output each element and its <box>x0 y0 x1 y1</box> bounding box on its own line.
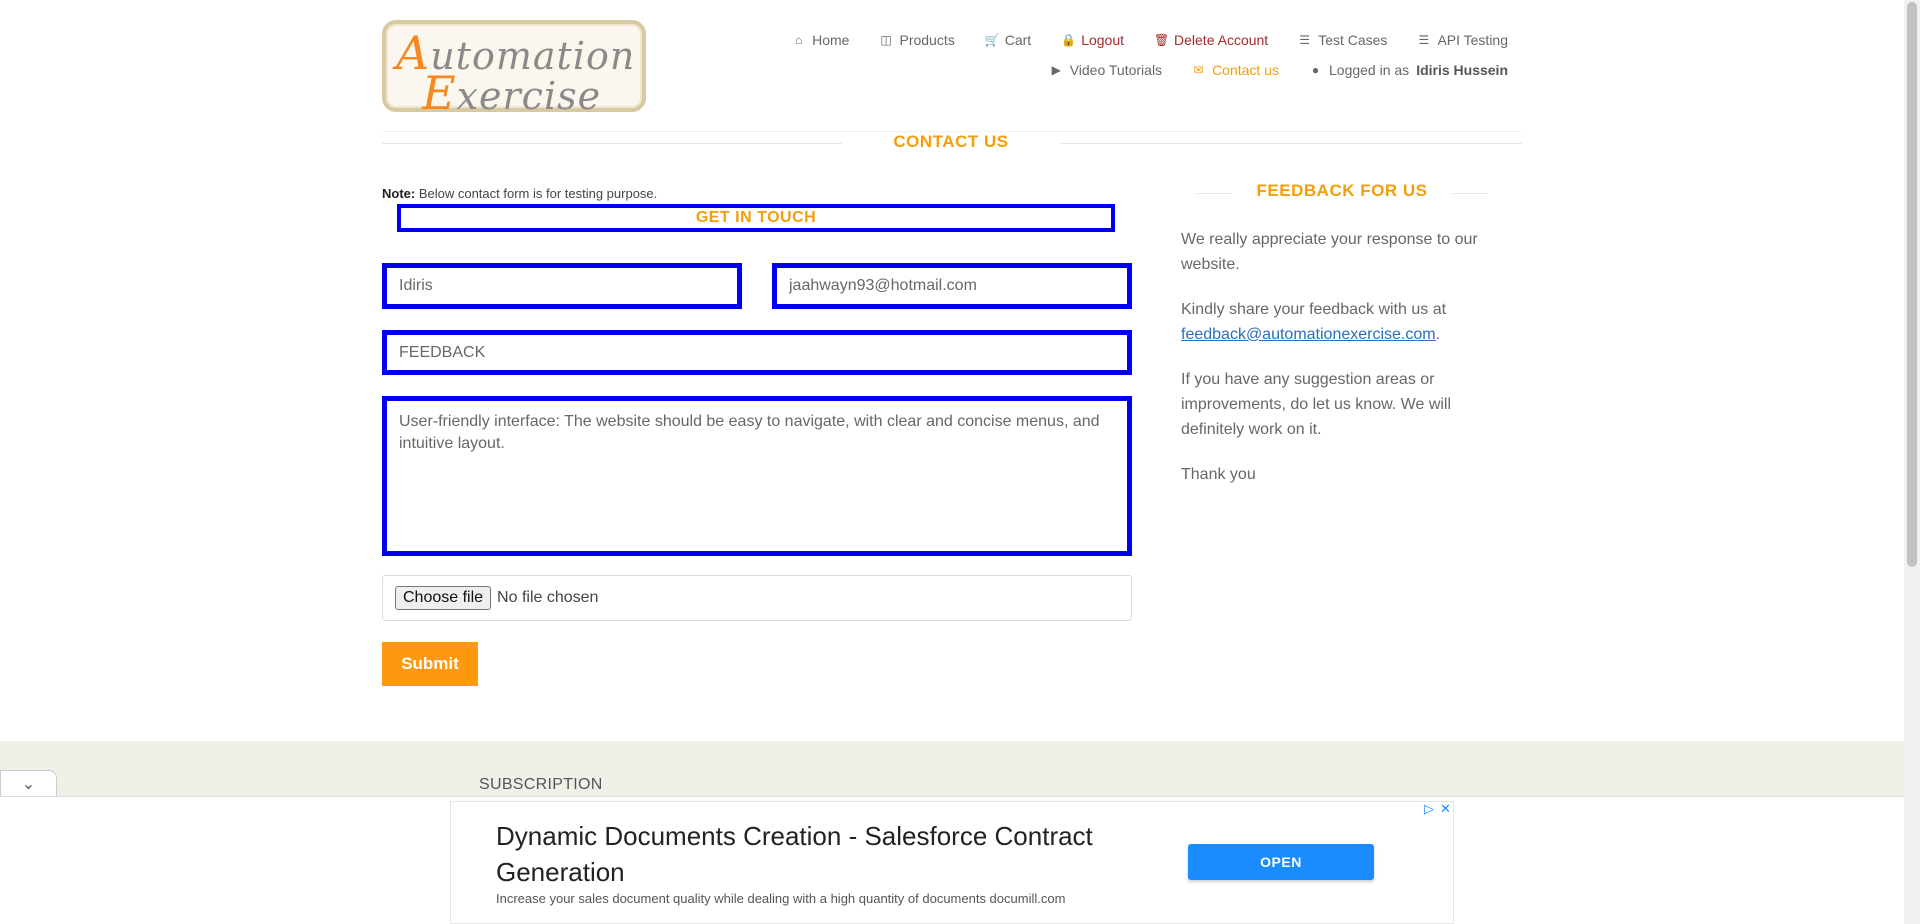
ad-open-button[interactable]: OPEN <box>1188 844 1374 880</box>
envelope-icon: ✉ <box>1193 63 1204 77</box>
feedback-paragraph-1: We really appreciate your response to ou… <box>1181 231 1478 273</box>
nav-cart[interactable]: 🛒 Cart <box>985 32 1031 48</box>
file-status: No file chosen <box>497 589 599 606</box>
chevron-down-icon: ⌄ <box>21 775 36 793</box>
feedback-title: FEEDBACK FOR US <box>1256 181 1428 200</box>
feedback-paragraph-4: Thank you <box>1181 466 1256 483</box>
page: Automation Exercise ⌂ Home ◫ Products 🛒 … <box>0 0 1920 924</box>
page-title: CONTACT US <box>893 132 1009 151</box>
collapse-ad-toggle[interactable]: ⌄ <box>0 770 57 796</box>
divider <box>1060 143 1522 144</box>
feedback-email-link[interactable]: feedback@automationexercise.com <box>1181 326 1436 343</box>
video-icon: ▶ <box>1051 63 1061 77</box>
main-nav: ⌂ Home ◫ Products 🛒 Cart 🔒 Logout 🗑 Dele… <box>748 28 1508 82</box>
feedback-paragraph-3: If you have any suggestion areas or impr… <box>1181 371 1452 438</box>
ad-description: Increase your sales document quality whi… <box>496 891 1066 906</box>
feedback-paragraph-2: Kindly share your feedback with us at fe… <box>1181 301 1447 343</box>
ad-choices-icon[interactable]: ▷ <box>1424 801 1434 817</box>
nav-test-cases[interactable]: ☰ Test Cases <box>1298 32 1387 48</box>
nav-api-testing[interactable]: ☰ API Testing <box>1417 32 1508 48</box>
nav-logout[interactable]: 🔒 Logout <box>1061 32 1124 48</box>
nav-video-tutorials[interactable]: ▶ Video Tutorials <box>1050 62 1162 78</box>
form-note: Note: Below contact form is for testing … <box>382 186 658 201</box>
logo-line-2: Exercise <box>422 66 602 120</box>
subscription-title: SUBSCRIPTION <box>479 776 603 793</box>
home-icon: ⌂ <box>795 33 803 47</box>
choose-file-button[interactable]: Choose file <box>395 586 492 610</box>
ad-headline[interactable]: Dynamic Documents Creation - Salesforce … <box>496 818 1096 890</box>
list-icon: ☰ <box>1299 33 1311 47</box>
divider <box>1452 193 1488 194</box>
ad-choices: ▷ ✕ <box>1424 801 1451 817</box>
email-field[interactable] <box>772 263 1132 309</box>
list-icon: ☰ <box>1418 33 1430 47</box>
submit-button[interactable]: Submit <box>382 642 478 686</box>
nav-contact-us[interactable]: ✉ Contact us <box>1192 62 1279 78</box>
cart-icon: 🛒 <box>984 33 1000 47</box>
get-in-touch-heading: GET IN TOUCH <box>397 204 1115 232</box>
file-upload: Choose file No file chosen <box>382 575 1132 621</box>
subject-field[interactable] <box>382 330 1132 375</box>
divider <box>1196 193 1232 194</box>
message-textarea[interactable]: User-friendly interface: The website sho… <box>382 396 1132 556</box>
divider <box>382 143 842 144</box>
nav-logged-in-user: ● Logged in as Idiris Hussein <box>1309 62 1508 78</box>
briefcase-icon: ◫ <box>880 33 892 47</box>
user-icon: ● <box>1311 63 1320 77</box>
logo[interactable]: Automation Exercise <box>382 20 646 120</box>
nav-home[interactable]: ⌂ Home <box>792 32 849 48</box>
scrollbar-thumb[interactable] <box>1907 2 1917 567</box>
nav-products[interactable]: ◫ Products <box>879 32 954 48</box>
close-icon[interactable]: ✕ <box>1440 801 1451 817</box>
footer <box>0 741 1910 801</box>
nav-delete-account[interactable]: 🗑 Delete Account <box>1154 32 1268 48</box>
trash-icon: 🗑 <box>1154 33 1170 47</box>
lock-icon: 🔒 <box>1061 33 1077 47</box>
name-field[interactable] <box>382 263 742 309</box>
nav-row-2: ▶ Video Tutorials ✉ Contact us ● Logged … <box>748 58 1508 82</box>
username: Idiris Hussein <box>1416 62 1508 78</box>
nav-row-1: ⌂ Home ◫ Products 🛒 Cart 🔒 Logout 🗑 Dele… <box>748 28 1508 52</box>
